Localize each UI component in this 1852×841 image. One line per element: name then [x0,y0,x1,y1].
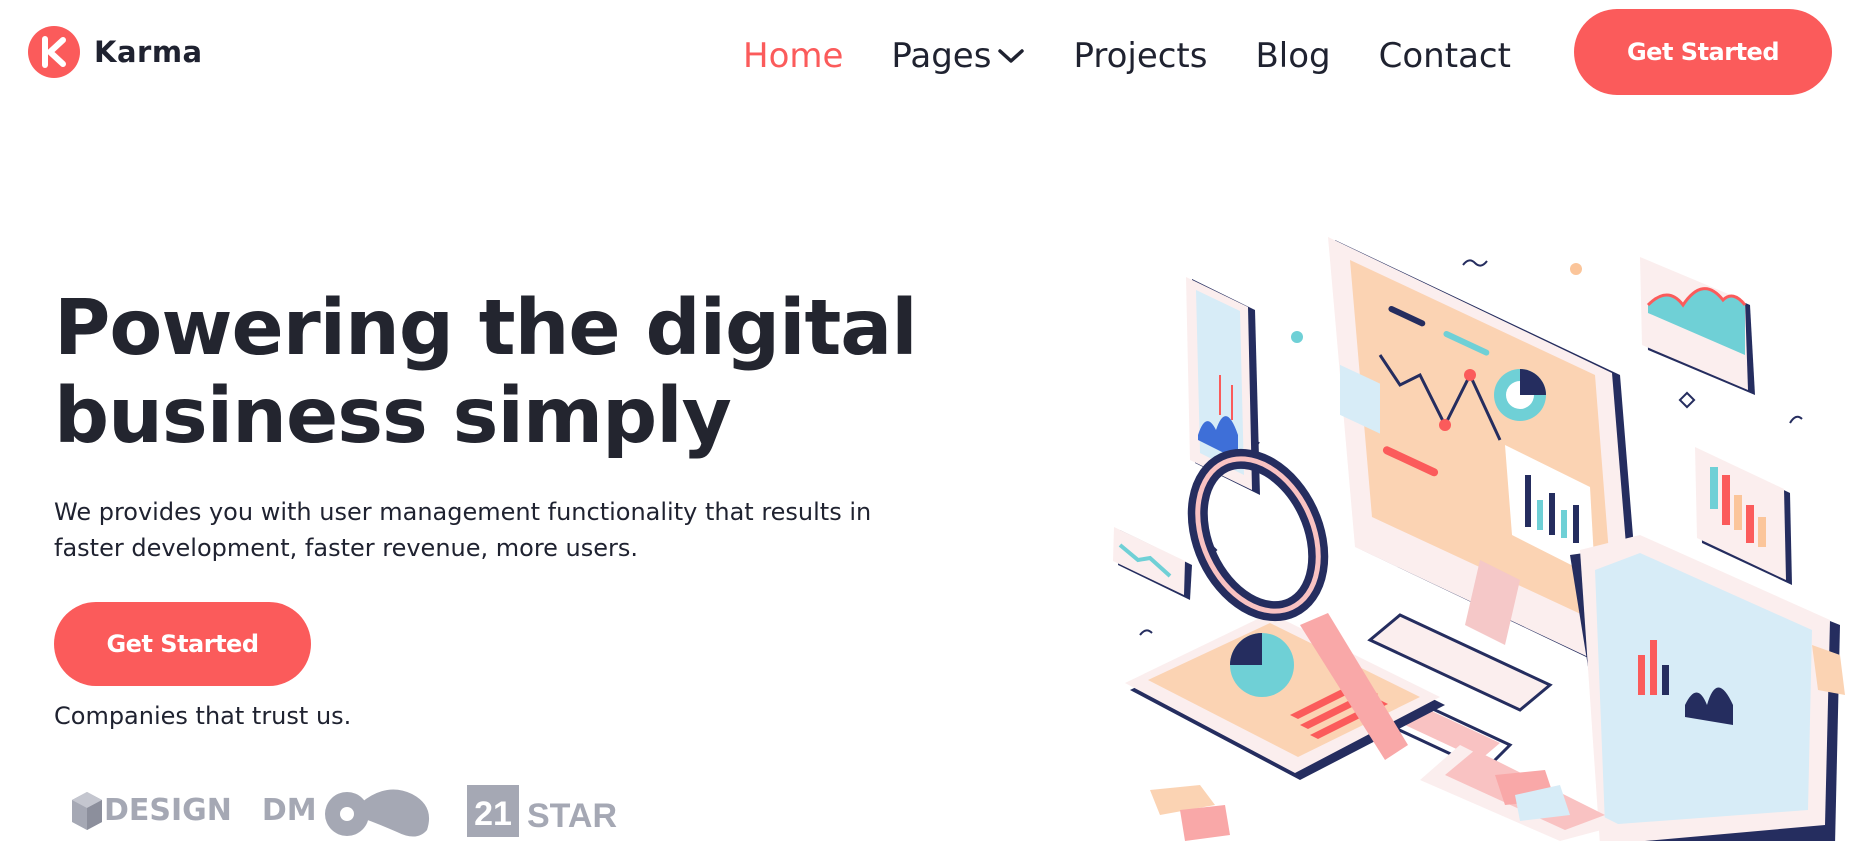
brand-design: DESIGN [70,790,232,832]
chevron-down-icon [997,46,1025,66]
hero-title-line-1: Powering the digital [54,284,918,373]
nav-contact[interactable]: Contact [1379,36,1511,76]
site-header: Karma Home Pages Projects Blog Contact G… [0,0,1852,110]
trusted-brands: DESIGN DM 21 STAR [70,780,673,841]
nav-pages-label: Pages [891,36,992,76]
brand-dm: DM [262,782,437,840]
brand-21star: 21 STAR [466,784,643,837]
brand-dm-label: DM [261,793,317,828]
cube-icon [72,791,102,830]
main-nav: Home Pages Projects Blog Contact [743,36,1559,76]
brand-name: Karma [94,35,203,69]
get-started-header-button[interactable]: Get Started [1574,9,1832,95]
brand-21star-word: STAR [527,797,617,835]
hero-illustration [1113,237,1845,841]
brand-21star-mark: 21 [474,795,512,833]
trust-text: Companies that trust us. [54,702,352,730]
hero-title: Powering the digital business simply [54,284,918,461]
brand-design-label: DESIGN [104,793,232,828]
nav-blog[interactable]: Blog [1255,36,1330,76]
nav-pages[interactable]: Pages [891,36,1025,76]
badge-icon: 21 STAR [466,784,617,837]
nav-home[interactable]: Home [743,36,843,76]
blob-icon [324,789,429,837]
hero-title-line-2: business simply [54,372,732,461]
nav-projects[interactable]: Projects [1073,36,1207,76]
get-started-hero-button[interactable]: Get Started [54,602,311,686]
k-logo-icon [28,26,80,78]
logo[interactable]: Karma [28,26,203,78]
hero-description: We provides you with user management fun… [54,498,872,562]
